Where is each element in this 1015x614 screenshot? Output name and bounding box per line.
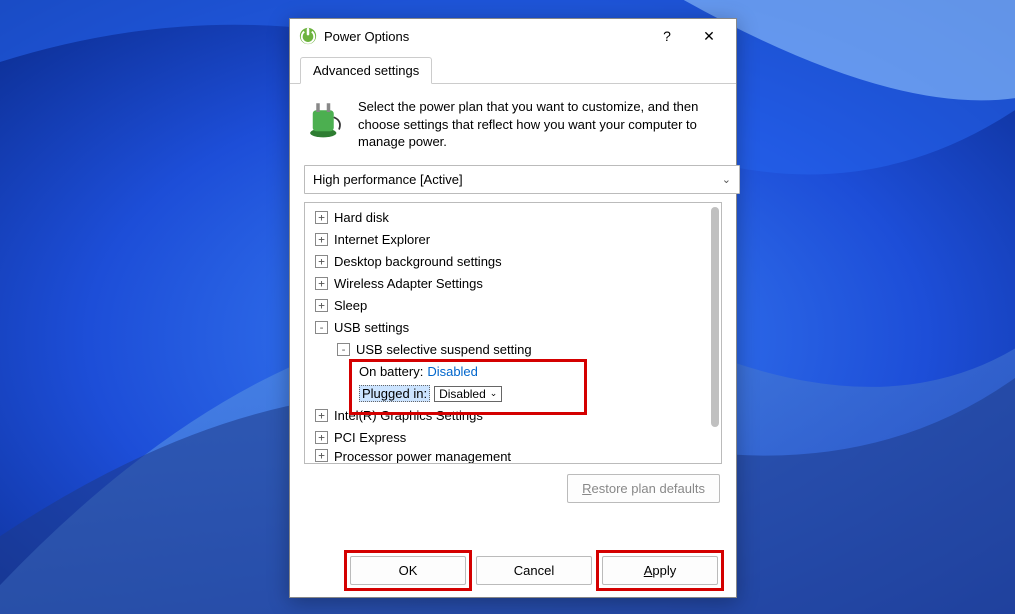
power-hero-icon bbox=[304, 98, 346, 140]
dialog-button-row: OK Cancel Apply bbox=[350, 556, 718, 585]
expand-icon[interactable]: + bbox=[315, 409, 328, 422]
chevron-down-icon: ⌄ bbox=[722, 173, 731, 186]
tree-scrollbar[interactable] bbox=[711, 207, 719, 427]
intro-text: Select the power plan that you want to c… bbox=[358, 98, 722, 151]
tree-item-internet-explorer[interactable]: + Internet Explorer bbox=[309, 229, 721, 251]
expand-icon[interactable]: + bbox=[315, 277, 328, 290]
tree-item-wireless-adapter[interactable]: + Wireless Adapter Settings bbox=[309, 273, 721, 295]
tree-item-pci-express[interactable]: + PCI Express bbox=[309, 427, 721, 449]
power-plan-select[interactable]: High performance [Active] ⌄ bbox=[304, 165, 740, 194]
tab-advanced-settings[interactable]: Advanced settings bbox=[300, 57, 432, 84]
desktop-background: Power Options ? ✕ Advanced settings Sele bbox=[0, 0, 1015, 614]
tree-item-on-battery[interactable]: On battery: Disabled bbox=[309, 361, 721, 383]
collapse-icon[interactable]: - bbox=[337, 343, 350, 356]
tree-item-intel-graphics[interactable]: + Intel(R) Graphics Settings bbox=[309, 405, 721, 427]
power-options-dialog: Power Options ? ✕ Advanced settings Sele bbox=[289, 18, 737, 598]
expand-icon[interactable]: + bbox=[315, 211, 328, 224]
settings-tree: + Hard disk + Internet Explorer + Deskto… bbox=[304, 202, 722, 464]
expand-icon[interactable]: + bbox=[315, 431, 328, 444]
apply-button[interactable]: Apply bbox=[602, 556, 718, 585]
window-title: Power Options bbox=[324, 29, 646, 44]
tab-page: Select the power plan that you want to c… bbox=[290, 84, 736, 511]
close-button[interactable]: ✕ bbox=[688, 21, 730, 51]
titlebar: Power Options ? ✕ bbox=[290, 19, 736, 53]
plugged-in-value-dropdown[interactable]: Disabled ⌄ bbox=[434, 386, 502, 402]
expand-icon[interactable]: + bbox=[315, 299, 328, 312]
on-battery-value[interactable]: Disabled bbox=[427, 364, 478, 379]
restore-defaults-button[interactable]: Restore plan defaults bbox=[567, 474, 720, 503]
tree-item-usb-selective-suspend[interactable]: - USB selective suspend setting bbox=[309, 339, 721, 361]
tree-item-sleep[interactable]: + Sleep bbox=[309, 295, 721, 317]
expand-icon[interactable]: + bbox=[315, 233, 328, 246]
cancel-button[interactable]: Cancel bbox=[476, 556, 592, 585]
power-options-icon bbox=[298, 26, 318, 46]
tree-item-desktop-background[interactable]: + Desktop background settings bbox=[309, 251, 721, 273]
ok-button[interactable]: OK bbox=[350, 556, 466, 585]
plugged-in-label: Plugged in: bbox=[359, 385, 430, 402]
help-button[interactable]: ? bbox=[646, 21, 688, 51]
power-plan-value: High performance [Active] bbox=[313, 172, 463, 187]
tab-strip: Advanced settings bbox=[290, 53, 736, 84]
tree-item-hard-disk[interactable]: + Hard disk bbox=[309, 207, 721, 229]
tree-item-plugged-in[interactable]: Plugged in: Disabled ⌄ bbox=[309, 383, 721, 405]
collapse-icon[interactable]: - bbox=[315, 321, 328, 334]
expand-icon[interactable]: + bbox=[315, 449, 328, 462]
tree-item-processor-power[interactable]: + Processor power management bbox=[309, 449, 721, 463]
tree-item-usb-settings[interactable]: - USB settings bbox=[309, 317, 721, 339]
chevron-down-icon: ⌄ bbox=[490, 388, 498, 399]
expand-icon[interactable]: + bbox=[315, 255, 328, 268]
intro-section: Select the power plan that you want to c… bbox=[304, 98, 722, 151]
